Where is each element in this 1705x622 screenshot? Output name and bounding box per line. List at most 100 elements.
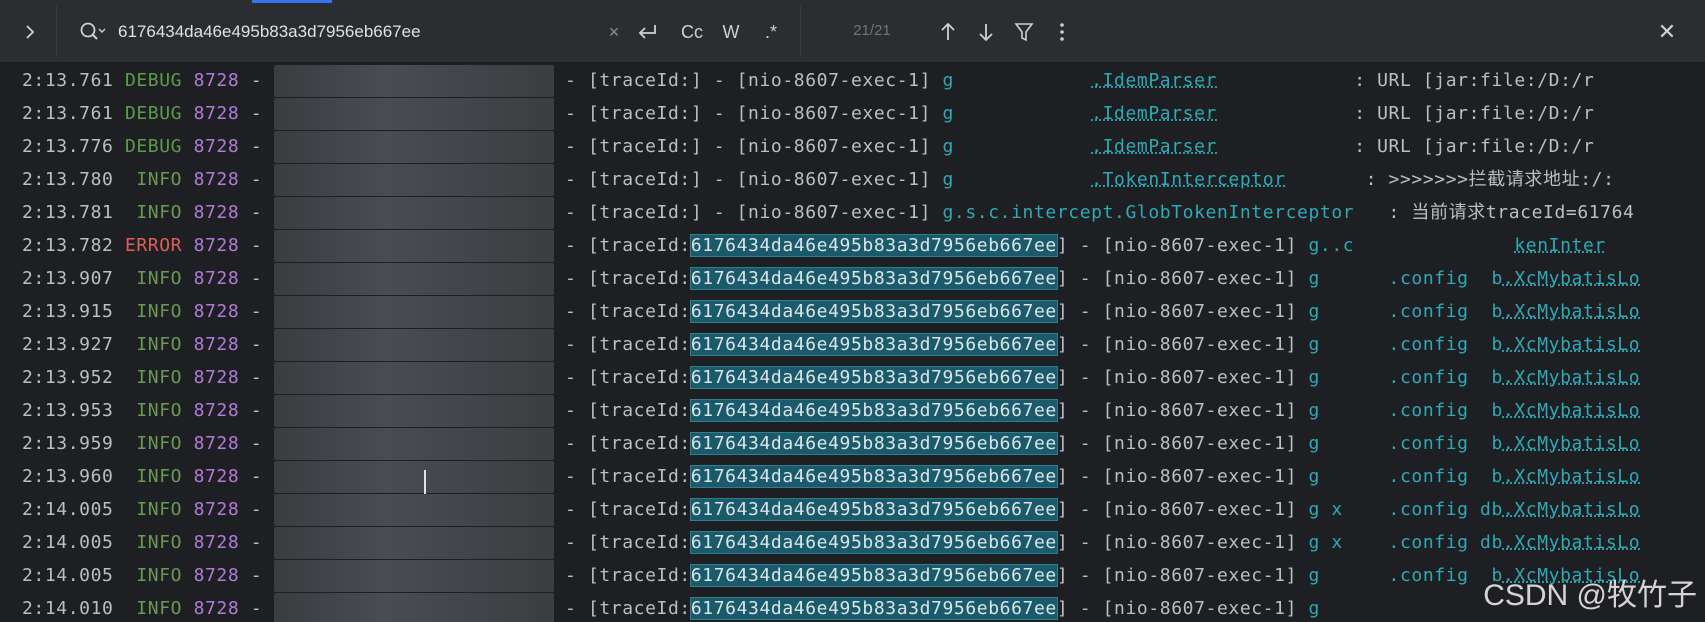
log-trace-id-match: 6176434da46e495b83a3d7956eb667ee	[689, 267, 1058, 290]
log-logger: g .config b	[1308, 565, 1503, 586]
log-thread: [nio-8607-exec-1]	[1102, 268, 1298, 289]
log-thread: [nio-8607-exec-1]	[736, 202, 932, 223]
clear-search-button[interactable]: ×	[600, 16, 628, 48]
filter-icon	[1014, 23, 1034, 42]
log-separator: -	[553, 499, 588, 520]
log-logger-link[interactable]: .XcMybatisLo	[1503, 400, 1640, 421]
log-logger: g.s.c.intercept.GlobTokenInterceptor	[942, 202, 1355, 223]
regex-button[interactable]: .*	[756, 16, 786, 48]
log-separator: -	[239, 466, 274, 487]
log-logger-link[interactable]: .XcMybatisLo	[1503, 301, 1640, 322]
log-pid: 8728	[193, 268, 240, 289]
log-separator: -	[239, 301, 274, 322]
log-thread: [nio-8607-exec-1]	[736, 70, 932, 91]
next-match-button[interactable]	[972, 16, 1000, 48]
log-logger-link[interactable]: .XcMybatisLo	[1503, 268, 1640, 289]
log-trace-suffix: ]	[1056, 565, 1069, 586]
log-service: s interface-service	[273, 164, 554, 196]
log-logger-link[interactable]: .XcMybatisLo	[1503, 466, 1640, 487]
previous-match-button[interactable]	[934, 16, 962, 48]
log-separator: -	[239, 565, 274, 586]
log-separator: -	[553, 301, 588, 322]
log-separator: -	[239, 367, 274, 388]
log-separator: -	[553, 598, 588, 619]
log-separator: -	[239, 202, 274, 223]
log-time: 2:13.781	[22, 202, 114, 223]
newline-mode-button[interactable]	[632, 16, 662, 48]
whole-words-button[interactable]: W	[716, 16, 746, 48]
log-trace-prefix: [traceId:	[587, 367, 691, 388]
clear-icon: ×	[608, 21, 620, 42]
log-separator: -	[239, 268, 274, 289]
log-logger: g x .config db	[1308, 499, 1503, 520]
close-find-button[interactable]: ✕	[1650, 16, 1684, 48]
log-trace-id-match: 6176434da46e495b83a3d7956eb667ee	[689, 531, 1058, 554]
match-case-button[interactable]: Cc	[674, 16, 710, 48]
log-logger-link[interactable]: .XcMybatisLo	[1503, 499, 1640, 520]
log-logger-link[interactable]: .XcMybatisLo	[1503, 433, 1640, 454]
log-level: DEBUG	[124, 70, 183, 91]
log-service: s 3-interface-service	[273, 395, 554, 427]
log-logger-link[interactable]: .TokenInterceptor	[1091, 169, 1285, 190]
log-logger-link[interactable]: .XcMybatisLo	[1503, 532, 1640, 553]
log-message: : >>>>>>>拦截请求地址:/:	[1285, 169, 1615, 190]
log-line: 2:13.776 DEBUG 8728 - s interface-servic…	[22, 131, 1594, 163]
log-time: 2:13.776	[22, 136, 114, 157]
log-time: 2:14.005	[22, 565, 114, 586]
log-thread: [nio-8607-exec-1]	[1102, 367, 1298, 388]
log-logger-link[interactable]: .XcMybatisLo	[1503, 367, 1640, 388]
log-line: 2:13.960 INFO 8728 - 3-interface-service…	[22, 461, 1640, 493]
log-trace-suffix: ]	[1056, 367, 1069, 388]
log-level: INFO	[124, 334, 183, 355]
log-separator: -	[553, 70, 588, 91]
log-logger: g	[942, 103, 1092, 124]
log-separator: -	[1068, 334, 1103, 355]
log-message: : URL [jar:file:/D:/r	[1217, 70, 1595, 91]
filter-button[interactable]	[1010, 16, 1038, 48]
expand-button[interactable]	[8, 0, 52, 63]
log-logger-link[interactable]: .IdemParser	[1091, 103, 1217, 124]
log-thread: [nio-8607-exec-1]	[736, 103, 932, 124]
log-line: 2:13.761 DEBUG 8728 - s interface-servic…	[22, 98, 1594, 130]
log-logger-link[interactable]: .IdemParser	[1091, 136, 1217, 157]
log-trace-id-match: 6176434da46e495b83a3d7956eb667ee	[689, 465, 1058, 488]
toolbar-divider	[56, 6, 57, 57]
search-input[interactable]	[118, 18, 588, 46]
whole-words-label: W	[722, 21, 740, 42]
chevron-right-icon	[26, 24, 35, 39]
log-trace-prefix: [traceId:	[587, 499, 691, 520]
search-options-button[interactable]	[78, 20, 106, 44]
log-separator: -	[1068, 367, 1103, 388]
log-logger: g x .config db	[1308, 532, 1503, 553]
log-line: 2:13.952 INFO 8728 - s interface-service…	[22, 362, 1640, 394]
log-logger: g	[942, 70, 1092, 91]
log-level: ERROR	[124, 235, 183, 256]
log-logger-link[interactable]: kenInter	[1514, 235, 1606, 256]
log-trace-suffix: ]	[1056, 466, 1069, 487]
log-separator: -	[553, 235, 588, 256]
more-options-button[interactable]	[1050, 16, 1074, 48]
log-time: 2:13.927	[22, 334, 114, 355]
log-logger-link[interactable]: .XcMybatisLo	[1503, 334, 1640, 355]
log-trace-id-match: 6176434da46e495b83a3d7956eb667ee	[689, 564, 1058, 587]
log-service: 3-interface-service	[273, 527, 554, 559]
log-separator: -	[553, 367, 588, 388]
log-trace-id-match: 6176434da46e495b83a3d7956eb667ee	[689, 300, 1058, 323]
log-level: INFO	[124, 301, 183, 322]
log-separator: -	[553, 532, 588, 553]
log-separator: -	[1068, 466, 1103, 487]
log-service: s interface-service	[273, 98, 554, 130]
log-time: 2:14.005	[22, 499, 114, 520]
log-logger-link[interactable]: .IdemParser	[1091, 70, 1217, 91]
log-service: s interface-service	[273, 329, 554, 361]
text-cursor	[424, 470, 426, 494]
log-console[interactable]: 2:13.761 DEBUG 8728 - s interface-servic…	[0, 63, 1705, 622]
log-separator: -	[1068, 301, 1103, 322]
log-separator: -	[1068, 598, 1103, 619]
log-separator: -	[553, 466, 588, 487]
log-line: 2:13.780 INFO 8728 - s interface-service…	[22, 164, 1615, 196]
log-logger: g	[942, 169, 1092, 190]
log-level: INFO	[124, 466, 183, 487]
log-trace-id-match: 6176434da46e495b83a3d7956eb667ee	[689, 333, 1058, 356]
log-pid: 8728	[193, 367, 240, 388]
